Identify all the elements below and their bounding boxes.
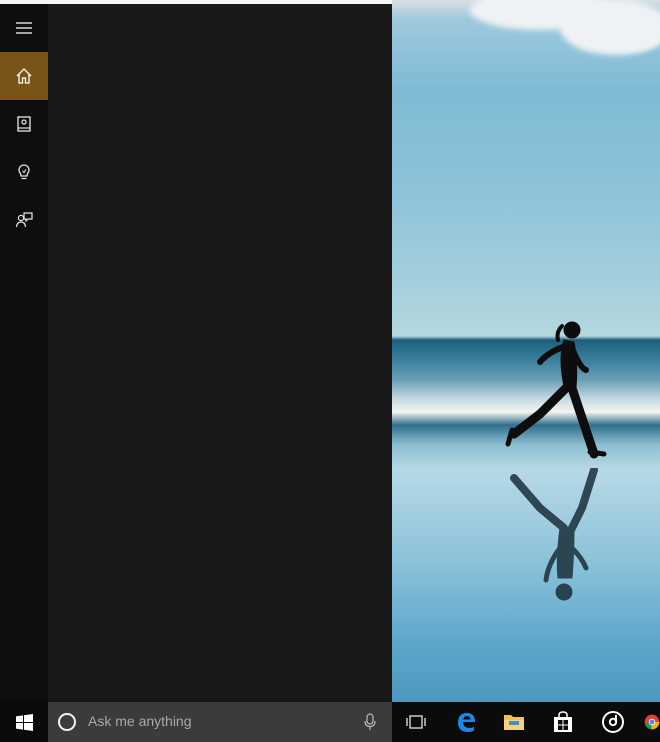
hamburger-menu-button[interactable] [0, 4, 48, 52]
taskbar: Ask me anything [0, 702, 660, 742]
windows-logo-icon [15, 713, 33, 731]
microphone-icon[interactable] [363, 713, 377, 731]
task-view-icon [406, 715, 426, 729]
task-view-button[interactable] [392, 702, 440, 742]
home-icon [16, 68, 32, 84]
file-explorer-button[interactable] [490, 702, 538, 742]
runner-silhouette [505, 321, 607, 459]
file-explorer-icon [504, 715, 524, 730]
chrome-button[interactable] [636, 702, 660, 742]
groove-music-button[interactable] [589, 702, 637, 742]
feedback-icon [15, 212, 33, 228]
reminders-button[interactable] [0, 148, 48, 196]
cortana-panel [0, 4, 392, 702]
notebook-button[interactable] [0, 100, 48, 148]
hamburger-menu-icon [16, 22, 32, 34]
reminders-icon [18, 164, 30, 180]
feedback-button[interactable] [0, 196, 48, 244]
notebook-icon [17, 116, 31, 132]
chrome-icon [644, 714, 660, 730]
runner-reflection [510, 468, 598, 601]
edge-button[interactable] [442, 702, 490, 742]
cortana-search-box[interactable]: Ask me anything [48, 702, 392, 742]
start-button[interactable] [0, 702, 48, 742]
home-button[interactable] [0, 52, 48, 100]
store-button[interactable] [539, 702, 587, 742]
edge-icon [458, 713, 475, 732]
store-icon [554, 711, 572, 732]
cortana-ring-icon [58, 713, 76, 731]
search-placeholder: Ask me anything [88, 713, 192, 729]
cortana-nav-rail [0, 4, 48, 702]
groove-music-icon [602, 711, 624, 733]
